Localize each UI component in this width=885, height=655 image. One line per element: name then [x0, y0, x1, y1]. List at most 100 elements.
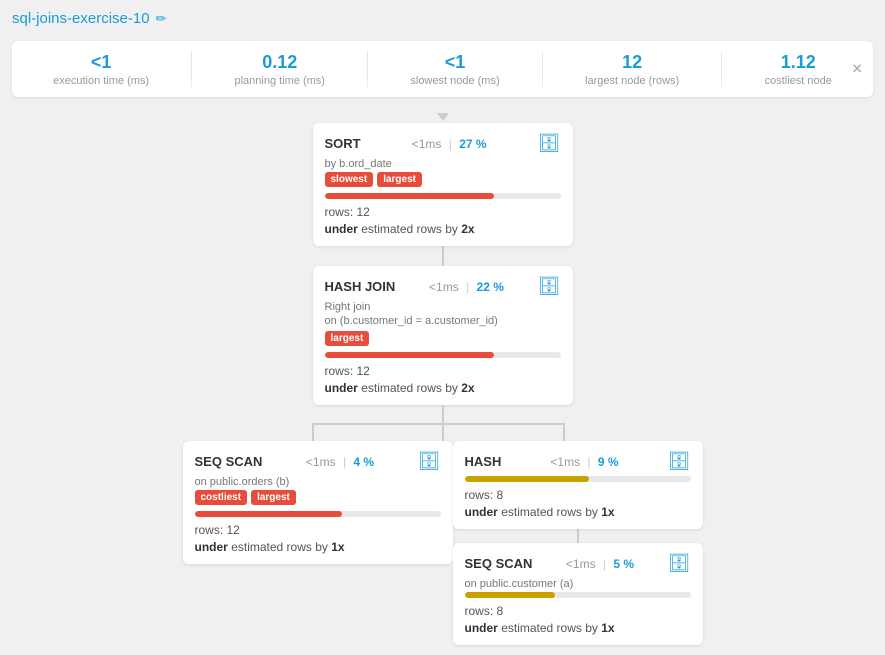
sort-db-icon: 🗄: [538, 133, 561, 154]
hash-join-db-icon: 🗄: [538, 276, 561, 297]
hash-timing-value: <1ms: [550, 455, 580, 469]
hash-header: HASH <1ms | 9 % 🗄: [465, 451, 691, 472]
sort-separator: |: [449, 137, 452, 151]
sort-timing-value: <1ms: [412, 137, 442, 151]
hash-estimated-text: estimated rows by: [501, 505, 598, 519]
seq-scan2-header: SEQ SCAN <1ms | 5 % 🗄: [465, 553, 691, 574]
edit-icon[interactable]: ✏: [156, 11, 167, 27]
branch-connector: [173, 405, 713, 441]
seq-scan2-separator: |: [603, 557, 606, 571]
stat-largest-node: 12 largest node (rows): [585, 52, 679, 87]
seq-scan-estimated-text: estimated rows by: [231, 540, 328, 554]
sort-multiplier: 2x: [461, 222, 474, 236]
hash-join-timing-value: <1ms: [429, 280, 459, 294]
left-stub: [312, 423, 314, 441]
h-line: [312, 423, 566, 425]
hash-node-container: HASH <1ms | 9 % 🗄 rows: 8: [453, 441, 703, 529]
seq-scan-node[interactable]: SEQ SCAN <1ms | 4 % 🗄 on public.orders (…: [183, 441, 453, 564]
hash-join-badge-largest: largest: [325, 331, 370, 346]
hash-join-multiplier: 2x: [461, 381, 474, 395]
hash-join-separator: |: [466, 280, 469, 294]
seq-scan-under: under estimated rows by 1x: [195, 540, 441, 554]
stat-costliest-node: 1.12 costliest node: [765, 52, 832, 87]
seq-scan2-pct: 5 %: [613, 557, 634, 571]
stat-divider-4: [721, 51, 722, 87]
hash-db-icon: 🗄: [668, 451, 691, 472]
sort-node-timing: <1ms | 27 %: [412, 137, 487, 151]
seq-scan2-under-bold: under: [465, 621, 498, 635]
hash-join-progress-container: [325, 352, 561, 358]
right-column: HASH <1ms | 9 % 🗄 rows: 8: [453, 441, 703, 645]
seq-scan-progress-fill: [195, 511, 343, 517]
sort-under: under estimated rows by 2x: [325, 222, 561, 236]
hash-join-pct: 22 %: [477, 280, 504, 294]
seq-scan-header: SEQ SCAN <1ms | 4 % 🗄: [195, 451, 441, 472]
sort-badges: slowest largest: [325, 172, 561, 187]
seq-scan-badge-costliest: costliest: [195, 490, 248, 505]
hash-join-timing: <1ms | 22 %: [429, 280, 504, 294]
seq-scan2-timing: <1ms | 5 %: [566, 557, 634, 571]
seq-scan2-multiplier: 1x: [601, 621, 614, 635]
hash-timing: <1ms | 9 %: [550, 455, 618, 469]
sort-subtitle: by b.ord_date: [325, 158, 561, 170]
hash-under: under estimated rows by 1x: [465, 505, 691, 519]
seq-scan2-node[interactable]: SEQ SCAN <1ms | 5 % 🗄 on public.customer…: [453, 543, 703, 645]
sort-progress-fill: [325, 193, 495, 199]
seq-scan-timing: <1ms | 4 %: [306, 455, 374, 469]
sort-node-title: SORT: [325, 136, 361, 151]
hash-join-progress-fill: [325, 352, 495, 358]
hash-join-title: HASH JOIN: [325, 279, 396, 294]
query-plan-tree: SORT <1ms | 27 % 🗄 by b.ord_date slowest…: [12, 123, 873, 645]
hash-pct: 9 %: [598, 455, 619, 469]
hash-join-under: under estimated rows by 2x: [325, 381, 561, 395]
hash-join-node[interactable]: HASH JOIN <1ms | 22 % 🗄 Right join on (b…: [313, 266, 573, 405]
seq-scan-under-bold: under: [195, 540, 228, 554]
slowest-node-label: slowest node (ms): [410, 75, 499, 87]
stat-divider-2: [367, 51, 368, 87]
seq-scan2-under: under estimated rows by 1x: [465, 621, 691, 635]
seq-scan-subtitle: on public.orders (b): [195, 476, 441, 488]
hash-progress-container: [465, 476, 691, 482]
hash-rows: rows: 8: [465, 488, 691, 502]
execution-time-label: execution time (ms): [53, 75, 149, 87]
largest-node-value: 12: [585, 52, 679, 73]
seq-scan2-db-icon: 🗄: [668, 553, 691, 574]
page-header: sql-joins-exercise-10 ✏: [12, 10, 873, 27]
seq-scan-title: SEQ SCAN: [195, 454, 263, 469]
stats-bar: <1 execution time (ms) 0.12 planning tim…: [12, 41, 873, 97]
sort-node-header: SORT <1ms | 27 % 🗄: [325, 133, 561, 154]
sort-badge-slowest: slowest: [325, 172, 374, 187]
hash-multiplier: 1x: [601, 505, 614, 519]
sort-node[interactable]: SORT <1ms | 27 % 🗄 by b.ord_date slowest…: [313, 123, 573, 246]
costliest-node-value: 1.12: [765, 52, 832, 73]
planning-time-label: planning time (ms): [234, 75, 324, 87]
planning-time-value: 0.12: [234, 52, 324, 73]
close-button[interactable]: ✕: [851, 61, 863, 78]
sort-pct: 27 %: [459, 137, 486, 151]
hash-join-estimated-text: estimated rows by: [361, 381, 458, 395]
hash-to-seqscan2-connector: [577, 529, 579, 543]
seq-scan2-timing-value: <1ms: [566, 557, 596, 571]
hash-join-subtitle2: on (b.customer_id = a.customer_id): [325, 315, 561, 327]
hash-separator: |: [587, 455, 590, 469]
sort-estimated-text: estimated rows by: [361, 222, 458, 236]
costliest-node-label: costliest node: [765, 75, 832, 87]
seq-scan-container: SEQ SCAN <1ms | 4 % 🗄 on public.orders (…: [183, 441, 453, 564]
seq-scan-rows: rows: 12: [195, 523, 441, 537]
seq-scan-pct: 4 %: [353, 455, 374, 469]
seq-scan-timing-value: <1ms: [306, 455, 336, 469]
seq-scan-db-icon: 🗄: [418, 451, 441, 472]
right-stub: [563, 423, 565, 441]
sort-badge-largest: largest: [377, 172, 422, 187]
hash-join-badges: largest: [325, 331, 561, 346]
sort-node-container: SORT <1ms | 27 % 🗄 by b.ord_date slowest…: [313, 123, 573, 246]
header-pointer: [437, 113, 449, 121]
hash-node[interactable]: HASH <1ms | 9 % 🗄 rows: 8: [453, 441, 703, 529]
largest-node-label: largest node (rows): [585, 75, 679, 87]
stat-divider-3: [542, 51, 543, 87]
page-container: sql-joins-exercise-10 ✏ <1 execution tim…: [0, 0, 885, 655]
hash-title: HASH: [465, 454, 502, 469]
page-title: sql-joins-exercise-10: [12, 10, 150, 27]
sort-rows: rows: 12: [325, 205, 561, 219]
hash-progress-fill: [465, 476, 589, 482]
